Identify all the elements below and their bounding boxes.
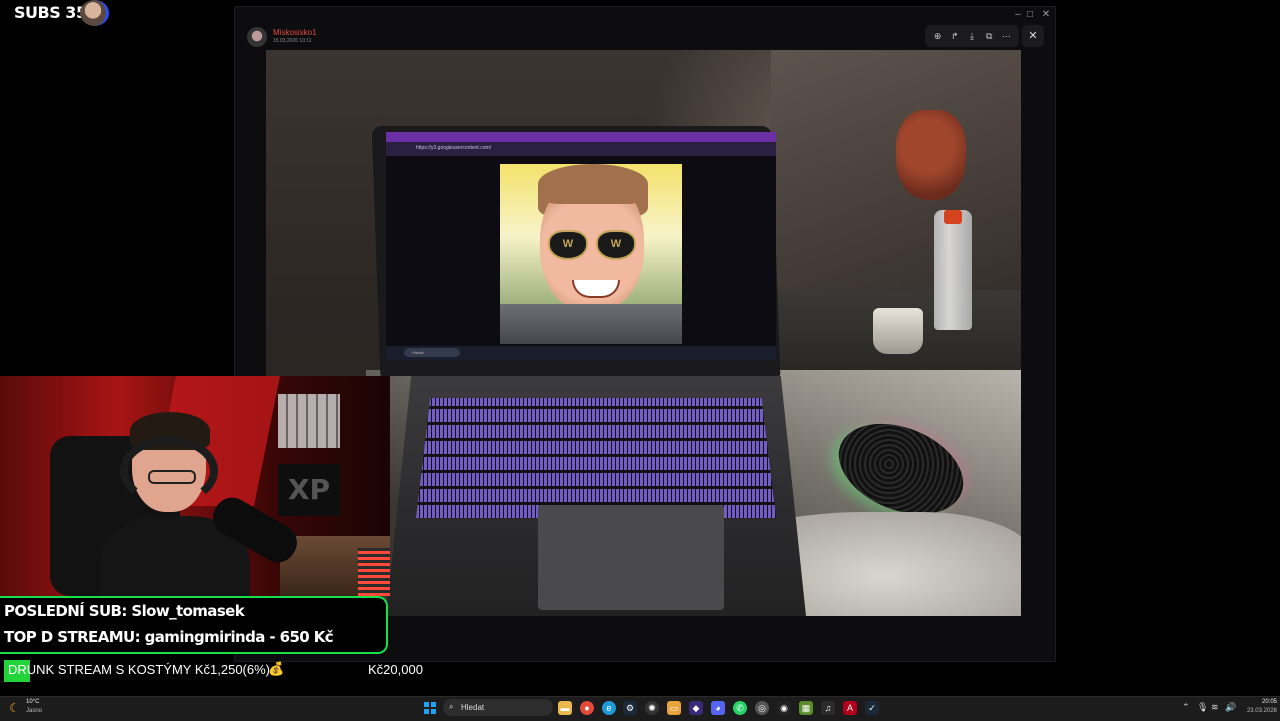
chevron-up-icon[interactable]: ⌃ (1182, 702, 1190, 713)
zoom-in-icon[interactable]: ⊕ (931, 31, 945, 42)
photo-laptop-keyboard (416, 398, 776, 518)
steam-app-icon[interactable]: ✓ (865, 701, 879, 715)
minecraft-icon[interactable]: ▦ (799, 701, 813, 715)
clock-date[interactable]: 23.03.2026 (1238, 708, 1277, 714)
sunglasses-right-icon: W (596, 230, 636, 260)
photo-cup (873, 308, 923, 354)
laptop-search: Hledat (404, 348, 460, 357)
weather-temp[interactable]: 10°C (26, 699, 39, 705)
app-icon[interactable]: ◆ (689, 701, 703, 715)
window-titlebar: – □ ✕ (235, 7, 1055, 23)
laptop-face-image: W W (500, 164, 682, 344)
window-close-icon[interactable]: ✕ (1039, 9, 1053, 21)
streamer-glasses (148, 470, 196, 484)
sender-avatar[interactable] (247, 27, 267, 47)
sunglasses-left-icon: W (548, 230, 588, 260)
download-icon[interactable]: ⤓ (965, 31, 979, 42)
sphere-icon[interactable]: ◎ (755, 701, 769, 715)
viewer-toolbar: ⊕ ↱ ⤓ ⧉ ⋯ (925, 25, 1019, 47)
spotify-icon[interactable]: ♫ (821, 701, 835, 715)
goal-title: DRUNK STREAM S KOSTÝMY Kč1,250(6%) (8, 662, 270, 677)
chatgpt-icon[interactable]: ✺ (645, 701, 659, 715)
weather-moon-icon[interactable]: ☾ (9, 701, 20, 715)
wifi-icon[interactable]: ≋ (1211, 702, 1219, 713)
money-bag-icon: 💰 (268, 661, 285, 676)
windows-taskbar (0, 696, 1280, 721)
chrome-icon[interactable]: ● (580, 701, 594, 715)
webcam-xp-sign: XP (278, 464, 340, 516)
weather-desc[interactable]: Jasno (26, 708, 42, 714)
whatsapp-icon[interactable]: ✆ (733, 701, 747, 715)
sub-info-box: POSLEDNÍ SUB: Slow_tomasek TOP D STREAMU… (0, 596, 388, 654)
photo-plush-toy (896, 110, 966, 200)
acrobat-icon[interactable]: A (843, 701, 857, 715)
face-hair-top (538, 164, 648, 204)
sender-date: 15.03.2026 10:11 (273, 38, 312, 44)
subs-avatar (80, 0, 109, 26)
streamer (100, 412, 250, 596)
clock-time[interactable]: 20:05 (1245, 699, 1277, 705)
open-external-icon[interactable]: ⧉ (982, 31, 996, 42)
start-button[interactable] (424, 702, 436, 714)
discord-icon[interactable]: ◕ (711, 701, 725, 715)
taskbar-search[interactable]: Hledat (443, 699, 553, 716)
webcam-shelf-bottles (278, 394, 340, 448)
photo-bottle (934, 210, 972, 330)
edge-icon[interactable]: e (602, 701, 616, 715)
laptop-browser-tabs (386, 132, 776, 142)
microphone-tray-icon[interactable]: 🎙 (1197, 702, 1208, 713)
goal-target: Kč20,000 (368, 662, 423, 677)
search-icon: ⌕ (449, 702, 454, 711)
more-icon[interactable]: ⋯ (999, 31, 1013, 42)
photo-laptop-touchpad (538, 505, 724, 610)
folder-icon[interactable]: ▭ (667, 701, 681, 715)
share-icon[interactable]: ↱ (948, 31, 962, 42)
steam-icon[interactable]: ⚙ (623, 701, 637, 715)
latest-sub: POSLEDNÍ SUB: Slow_tomasek (4, 602, 245, 620)
sender-name[interactable]: Miskosisko1 (273, 28, 317, 37)
photo-bottle-cap (944, 210, 962, 224)
webcam-feed: XP (0, 376, 390, 596)
top-donation: TOP D STREAMU: gamingmirinda - 650 Kč (4, 628, 334, 646)
volume-icon[interactable]: 🔊 (1225, 702, 1236, 713)
face-shirt (500, 304, 682, 344)
webcam-keyboard (358, 548, 390, 596)
close-icon[interactable]: ✕ (1022, 25, 1044, 47)
obs-icon[interactable]: ◉ (777, 701, 791, 715)
laptop-url-text: https://y3.googleusercontent.com/ (416, 145, 492, 151)
file-explorer-icon[interactable]: ▬ (558, 701, 572, 715)
photo-laptop-screen: https://y3.googleusercontent.com/ W W Hl… (386, 132, 776, 360)
maximize-icon[interactable]: □ (1023, 9, 1037, 21)
